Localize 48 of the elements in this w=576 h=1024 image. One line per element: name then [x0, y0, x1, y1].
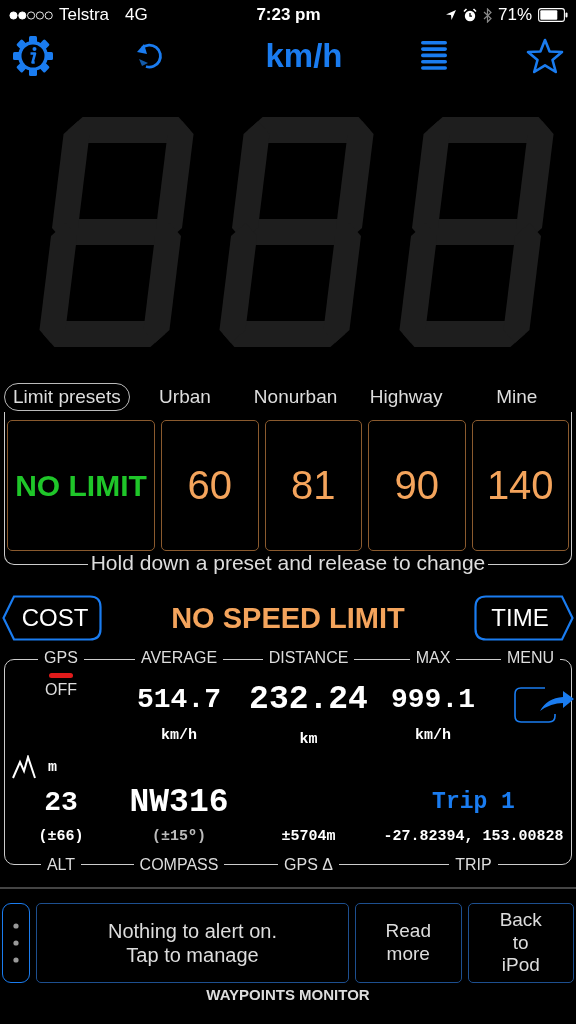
battery-percent: 71% [497, 5, 532, 25]
cost-button[interactable]: COST [2, 595, 102, 641]
speed-unit: km/h [161, 726, 197, 744]
altitude-unit: m [48, 758, 57, 776]
share-button[interactable] [513, 684, 575, 724]
average-speed: 514.7 [137, 683, 221, 715]
compass-heading: NW316 [129, 783, 229, 821]
more-icon [13, 923, 19, 963]
distance-unit: km [299, 731, 318, 748]
carrier-name: Telstra [59, 5, 110, 25]
menu-button[interactable] [421, 41, 448, 71]
preset-label: Highway [368, 386, 444, 408]
status-time: 7:23 pm [256, 5, 321, 25]
gps-accuracy: ±5704m [281, 827, 336, 845]
location-icon [444, 9, 457, 21]
alarm-icon [462, 8, 477, 22]
speed-unit: km/h [415, 726, 451, 744]
network-type: 4G [125, 5, 148, 25]
speed-limit-status: NO SPEED LIMIT [171, 601, 405, 635]
compass-accuracy: (±15º) [152, 827, 206, 845]
back-button[interactable]: Back to iPod [467, 903, 574, 983]
preset-label: Mine [495, 386, 539, 408]
trip-coordinates: -27.82394, 153.00828 [383, 827, 564, 845]
favorite-button[interactable] [525, 38, 564, 74]
max-speed: 999.1 [391, 683, 475, 715]
more-button[interactable] [2, 903, 30, 983]
preset-label: Nonurban [252, 386, 339, 408]
preset-button[interactable]: 81 [264, 420, 362, 551]
altitude-accuracy: (±66) [38, 827, 84, 845]
gps-status: OFF [45, 681, 77, 699]
unit-toggle[interactable]: km/h [265, 37, 343, 75]
distance-value: 232.24 [249, 680, 368, 718]
altitude-value: 23 [44, 786, 78, 818]
signal-icon [9, 10, 53, 20]
mountain-icon [12, 755, 36, 779]
settings-info-button[interactable] [12, 35, 54, 77]
trip-name[interactable]: Trip 1 [432, 789, 515, 815]
preset-button[interactable]: 140 [471, 420, 569, 551]
preset-button[interactable]: 90 [368, 420, 466, 551]
read-more-button[interactable]: Read more [355, 903, 462, 983]
preset-button[interactable]: 60 [161, 420, 259, 551]
battery-icon [538, 8, 568, 22]
preset-label: Urban [158, 386, 212, 408]
time-button[interactable]: TIME [474, 595, 574, 641]
preset-button[interactable]: NO LIMIT [7, 420, 155, 551]
waypoints-monitor-title: WAYPOINTS MONITOR [206, 986, 370, 1003]
alert-button[interactable]: Nothing to alert on. Tap to manage [36, 903, 349, 983]
bluetooth-icon [482, 7, 492, 23]
